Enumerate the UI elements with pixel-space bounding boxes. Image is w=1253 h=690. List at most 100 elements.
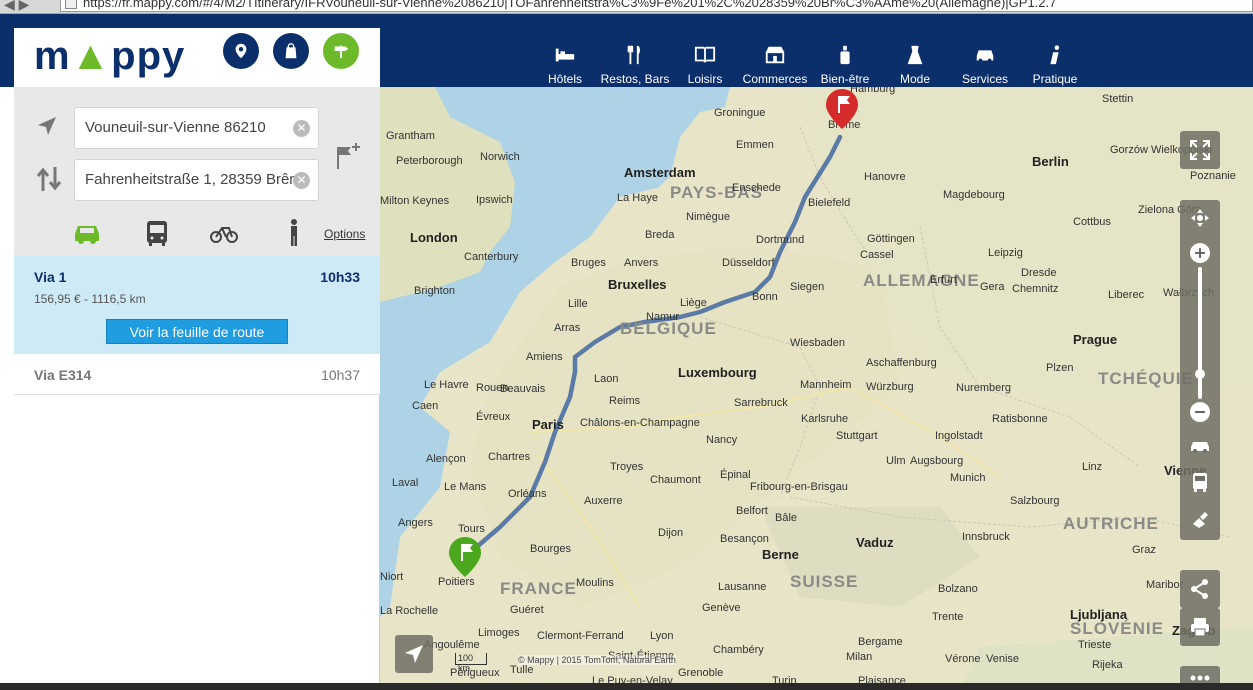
category-label: Services: [961, 72, 1008, 86]
clear-from-icon[interactable]: ✕: [293, 120, 310, 137]
transport-modes: Options: [14, 217, 380, 251]
route-duration: 10h33: [320, 269, 360, 285]
walk-icon: [291, 219, 297, 246]
city-label: Würzburg: [866, 381, 914, 393]
traffic-icon: [1191, 442, 1209, 453]
city-label: Groningue: [714, 107, 766, 119]
back-forward-icon[interactable]: ◀ ▶: [4, 0, 29, 13]
clear-to-icon[interactable]: ✕: [293, 172, 310, 189]
locate-button[interactable]: [395, 635, 433, 673]
zoom-slider-handle[interactable]: [1195, 369, 1205, 379]
city-label: Stuttgart: [836, 430, 878, 442]
city-label: La Rochelle: [380, 605, 439, 617]
city-label: Bruges: [571, 257, 606, 269]
city-label: Ingolstadt: [935, 430, 983, 442]
city-label: Milton Keynes: [380, 195, 450, 207]
url-text: https://fr.mappy.com/#/4/M2/TItinerary/I…: [83, 0, 1057, 10]
mode-car-button[interactable]: [72, 217, 102, 249]
city-label: Le Mans: [444, 481, 487, 493]
mode-bus-button[interactable]: [142, 217, 172, 249]
city-label: Enschede: [732, 182, 781, 194]
city-label: Bolzano: [938, 583, 978, 595]
share-icon: [1191, 579, 1208, 599]
map[interactable]: PAYS-BAS BELGIQUE ALLEMAGNE TCHÉQUIE FRA…: [380, 87, 1253, 690]
city-label: Düsseldorf: [722, 257, 775, 269]
city-label: Beauvais: [500, 383, 546, 395]
satellite-button[interactable]: [1189, 508, 1211, 530]
zoom-out-button[interactable]: [1190, 402, 1210, 422]
city-label: Liège: [680, 297, 707, 309]
route-result-1[interactable]: Via 1 10h33 156,95 € - 1116,5 km Voir la…: [14, 255, 380, 354]
city-label: Nimègue: [686, 211, 731, 223]
shop-icon: [765, 46, 785, 64]
from-input[interactable]: Vouneuil-sur-Vienne 86210 ✕: [74, 107, 319, 149]
country-label: SLOVÉNIE: [1070, 619, 1164, 638]
city-label: Wiesbaden: [790, 337, 846, 349]
city-label: Mannheim: [800, 379, 852, 391]
header: m▲ppy Hôtels Restos, Bars Loisirs Commer…: [0, 14, 1253, 101]
city-label: Venise: [986, 653, 1020, 665]
os-taskbar: [0, 683, 1253, 690]
city-label: Augsbourg: [910, 455, 964, 467]
transit-button[interactable]: [1189, 471, 1211, 493]
mappy-logo[interactable]: m▲ppy: [34, 34, 185, 79]
city-label: Innsbruck: [962, 531, 1010, 543]
city-label: Norwich: [480, 151, 520, 163]
category-label: Mode: [899, 72, 931, 86]
city-label: Berne: [762, 547, 799, 562]
car-icon: [976, 50, 994, 63]
start-arrow-icon: [36, 115, 58, 143]
category-label: Loisirs: [687, 72, 723, 86]
city-label: Erfurt: [930, 274, 957, 286]
mode-walk-button[interactable]: [279, 217, 309, 249]
itinerary-button[interactable]: [323, 33, 359, 69]
from-value: Vouneuil-sur-Vienne 86210: [85, 119, 266, 136]
city-label: Belfort: [736, 505, 768, 517]
swap-icon[interactable]: [36, 165, 62, 199]
city-label: Laval: [392, 477, 419, 489]
city-label: Berlin: [1032, 154, 1069, 169]
print-button[interactable]: [1180, 608, 1220, 646]
to-input[interactable]: Fahrenheitstraße 1, 28359 Brême ✕: [74, 159, 319, 201]
city-label: Trente: [932, 611, 964, 623]
city-label: Chaumont: [650, 474, 701, 486]
city-label: Namur: [646, 311, 680, 323]
bottle-icon: [840, 45, 850, 65]
add-step-icon[interactable]: [334, 141, 362, 177]
city-label: Amsterdam: [624, 165, 696, 180]
city-label: Bâle: [775, 512, 798, 524]
category-label: Commerces: [742, 72, 808, 86]
category-label: Bien-être: [820, 72, 870, 86]
destination-flag-icon[interactable]: [824, 87, 860, 131]
locate-arrow-icon: [405, 645, 423, 663]
address-bar[interactable]: https://fr.mappy.com/#/4/M2/TItinerary/I…: [60, 0, 1253, 12]
places-button[interactable]: [223, 33, 259, 69]
city-label: Lyon: [650, 630, 674, 642]
route-form: Vouneuil-sur-Vienne 86210 ✕ Fahrenheitst…: [14, 87, 380, 255]
city-label: Vérone: [945, 653, 981, 665]
cutlery-icon: [627, 45, 640, 65]
zoom-slider[interactable]: [1195, 267, 1205, 399]
city-label: Rijeka: [1092, 659, 1123, 671]
roadmap-button[interactable]: Voir la feuille de route: [106, 319, 288, 344]
zoom-in-button[interactable]: [1190, 243, 1210, 263]
city-label: Orléans: [508, 488, 547, 500]
share-button[interactable]: [1180, 570, 1220, 608]
city-label: Ratisbonne: [992, 413, 1048, 425]
city-label: Arras: [554, 322, 581, 334]
options-link[interactable]: Options: [324, 227, 365, 241]
mode-bike-button[interactable]: [209, 217, 239, 249]
route-result-2[interactable]: Via E314 10h37: [14, 354, 380, 395]
city-label: Prague: [1073, 332, 1118, 347]
city-label: Ulm: [886, 455, 906, 467]
book-icon: [694, 46, 716, 63]
city-label: Bielefeld: [808, 197, 851, 209]
fullscreen-button[interactable]: [1180, 131, 1220, 169]
city-label: Lausanne: [718, 581, 767, 593]
city-label: Auxerre: [584, 495, 623, 507]
start-flag-icon[interactable]: [447, 535, 483, 579]
shopping-button[interactable]: [273, 33, 309, 69]
traffic-button[interactable]: [1189, 434, 1211, 456]
city-label: Maribor: [1146, 579, 1184, 591]
pan-button[interactable]: [1189, 207, 1211, 229]
